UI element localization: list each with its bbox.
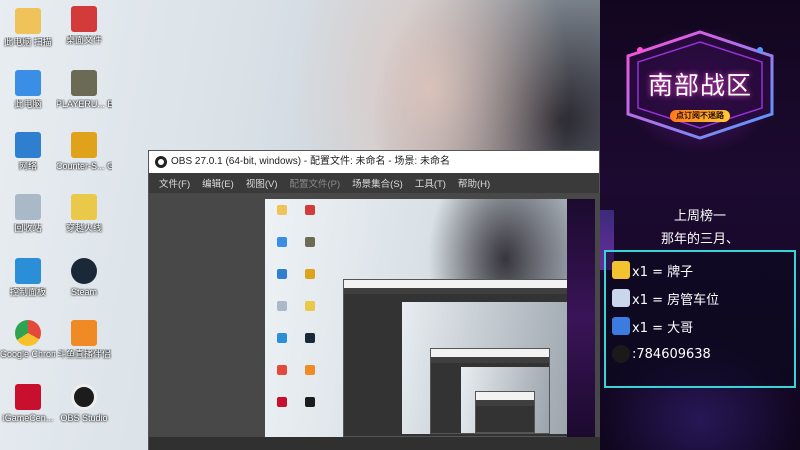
csgo-icon: [71, 132, 97, 158]
desktop-icon-crossfire[interactable]: 穿越火线: [56, 194, 112, 234]
folder-icon: [15, 8, 41, 34]
badge-icon: [612, 261, 630, 279]
preview-obs-icon: [305, 397, 315, 407]
rank-row-badge: x1 = 牌子: [612, 260, 693, 280]
rocket-icon: [612, 289, 630, 307]
obs-window-title: OBS 27.0.1 (64-bit, windows) - 配置文件: 未命名…: [171, 156, 450, 167]
desktop-icon-chrome[interactable]: Google Chrome: [0, 320, 56, 360]
nested-obs-window: [343, 279, 579, 437]
chrome-icon: [15, 320, 41, 346]
menu-file[interactable]: 文件(F): [153, 176, 196, 190]
desktop-icon-steam[interactable]: Steam: [56, 258, 112, 298]
igamecenter-icon: [15, 384, 41, 410]
network-icon: [15, 132, 41, 158]
obs-preview-display: [265, 199, 595, 437]
preview-csgo-icon: [305, 269, 315, 279]
nested-obs-window-3: [475, 391, 535, 433]
menu-help[interactable]: 帮助(H): [452, 176, 496, 190]
nested-preview: [402, 302, 574, 434]
weekly-top-name: 那年的三月、: [660, 232, 739, 247]
preview-chrome-icon: [277, 365, 287, 375]
pubg-icon: [71, 70, 97, 96]
preview-crossfire-icon: [305, 301, 315, 311]
rank-row-room-manager: x1 = 房管车位: [612, 288, 719, 308]
stream-overlay-banner: 南部战区 点订阅不迷路 上周榜一 那年的三月、 x1 = 牌子 x1 = 房管车…: [600, 0, 800, 450]
obs-icon: [71, 384, 97, 410]
obs-menu-bar: 文件(F) 编辑(E) 视图(V) 配置文件(P) 场景集合(S) 工具(T) …: [149, 173, 599, 193]
desktop-icon-network[interactable]: 网络: [0, 132, 56, 172]
preview-network-icon: [277, 269, 287, 279]
menu-tools[interactable]: 工具(T): [409, 176, 452, 190]
weekly-top-title: 上周榜一: [673, 209, 726, 224]
desktop-icon-recycle-bin[interactable]: 回收站: [0, 194, 56, 234]
ship-icon: [612, 317, 630, 335]
app-icon: [71, 6, 97, 32]
desktop-icon-control-panel[interactable]: 控制面板: [0, 258, 56, 298]
obs-status-bar: [149, 437, 601, 450]
steam-icon: [71, 258, 97, 284]
desktop-icon-douyu[interactable]: 斗鱼直播伴侣: [56, 320, 112, 360]
obs-window[interactable]: OBS 27.0.1 (64-bit, windows) - 配置文件: 未命名…: [148, 150, 601, 450]
emblem-title: 南部战区: [647, 71, 752, 100]
subscribe-badge: 点订阅不迷路: [670, 110, 730, 122]
desktop-icon-files[interactable]: 桌面文件: [56, 6, 112, 46]
computer-icon: [15, 70, 41, 96]
obs-logo-icon: [155, 156, 167, 168]
menu-edit[interactable]: 编辑(E): [196, 176, 240, 190]
rank-row-qq: :784609638: [612, 344, 711, 364]
preview-igame-icon: [277, 397, 287, 407]
preview-folder-icon: [277, 205, 287, 215]
preview-control-panel-icon: [277, 333, 287, 343]
obs-title-bar[interactable]: OBS 27.0.1 (64-bit, windows) - 配置文件: 未命名…: [149, 151, 599, 173]
nested-obs-window-2: [430, 348, 550, 434]
recycle-bin-icon: [15, 194, 41, 220]
preview-banner-strip: [567, 199, 595, 437]
menu-scene-collection[interactable]: 场景集合(S): [346, 176, 409, 190]
preview-computer-icon: [277, 237, 287, 247]
preview-pubg-icon: [305, 237, 315, 247]
desktop-icon-this-pc[interactable]: 此电脑: [0, 70, 56, 110]
qq-icon: [612, 345, 630, 363]
rank-panel: x1 = 牌子 x1 = 房管车位 x1 = 大哥 :784609638: [604, 250, 796, 388]
desktop-icon-pubg[interactable]: PLAYERU... BATTLEGR...: [56, 70, 112, 110]
control-panel-icon: [15, 258, 41, 284]
menu-view[interactable]: 视图(V): [240, 176, 284, 190]
desktop-icon-csgo[interactable]: Counter-S... Global Off...: [56, 132, 112, 172]
obs-preview-area[interactable]: [149, 193, 601, 450]
preview-douyu-icon: [305, 365, 315, 375]
douyu-icon: [71, 320, 97, 346]
menu-profile[interactable]: 配置文件(P): [283, 176, 346, 190]
desktop-icon-obs[interactable]: OBS Studio: [56, 384, 112, 424]
preview-app-icon: [305, 205, 315, 215]
desktop-icon-scan[interactable]: 此电脑 扫描: [0, 8, 56, 48]
preview-steam-icon: [305, 333, 315, 343]
preview-recycle-icon: [277, 301, 287, 311]
crossfire-icon: [71, 194, 97, 220]
rank-row-big-brother: x1 = 大哥: [612, 316, 693, 336]
desktop-icon-igamecenter[interactable]: iGameCen...: [0, 384, 56, 424]
